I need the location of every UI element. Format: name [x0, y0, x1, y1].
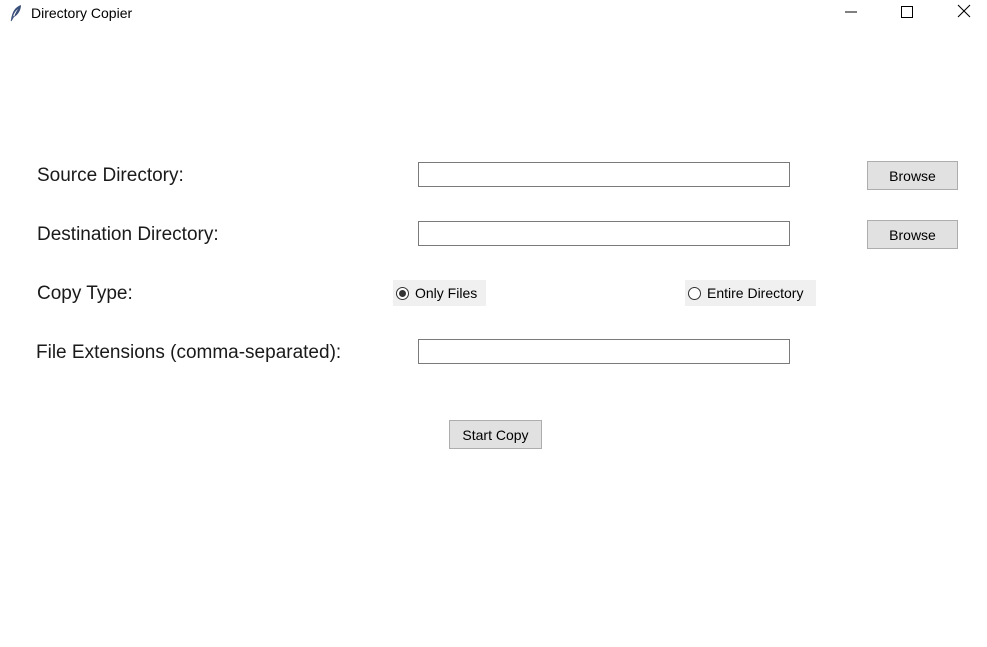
title-bar: Directory Copier: [0, 0, 987, 27]
close-icon: [957, 4, 971, 23]
start-copy-button[interactable]: Start Copy: [449, 420, 542, 449]
close-button[interactable]: [941, 0, 987, 27]
window-title: Directory Copier: [31, 5, 133, 21]
file-extensions-input[interactable]: [418, 339, 790, 364]
maximize-icon: [901, 5, 913, 23]
radio-only-files[interactable]: Only Files: [393, 280, 486, 306]
destination-directory-input[interactable]: [418, 221, 790, 246]
destination-browse-button[interactable]: Browse: [867, 220, 958, 249]
source-directory-input[interactable]: [418, 162, 790, 187]
radio-unselected-icon: [688, 286, 701, 300]
destination-directory-label: Destination Directory:: [37, 224, 219, 245]
file-extensions-label: File Extensions (comma-separated):: [36, 342, 342, 363]
source-directory-label: Source Directory:: [37, 165, 184, 186]
radio-entire-directory[interactable]: Entire Directory: [685, 280, 816, 306]
radio-only-files-label: Only Files: [415, 285, 478, 301]
feather-icon: [9, 4, 23, 22]
maximize-button[interactable]: [884, 0, 930, 27]
minimize-icon: [845, 5, 857, 23]
radio-selected-icon: [396, 286, 409, 300]
minimize-button[interactable]: [828, 0, 874, 27]
copy-type-label: Copy Type:: [37, 283, 133, 304]
source-browse-button[interactable]: Browse: [867, 161, 958, 190]
app-window: Directory Copier Source Directory: Brows…: [0, 0, 987, 647]
radio-entire-directory-label: Entire Directory: [707, 285, 804, 301]
